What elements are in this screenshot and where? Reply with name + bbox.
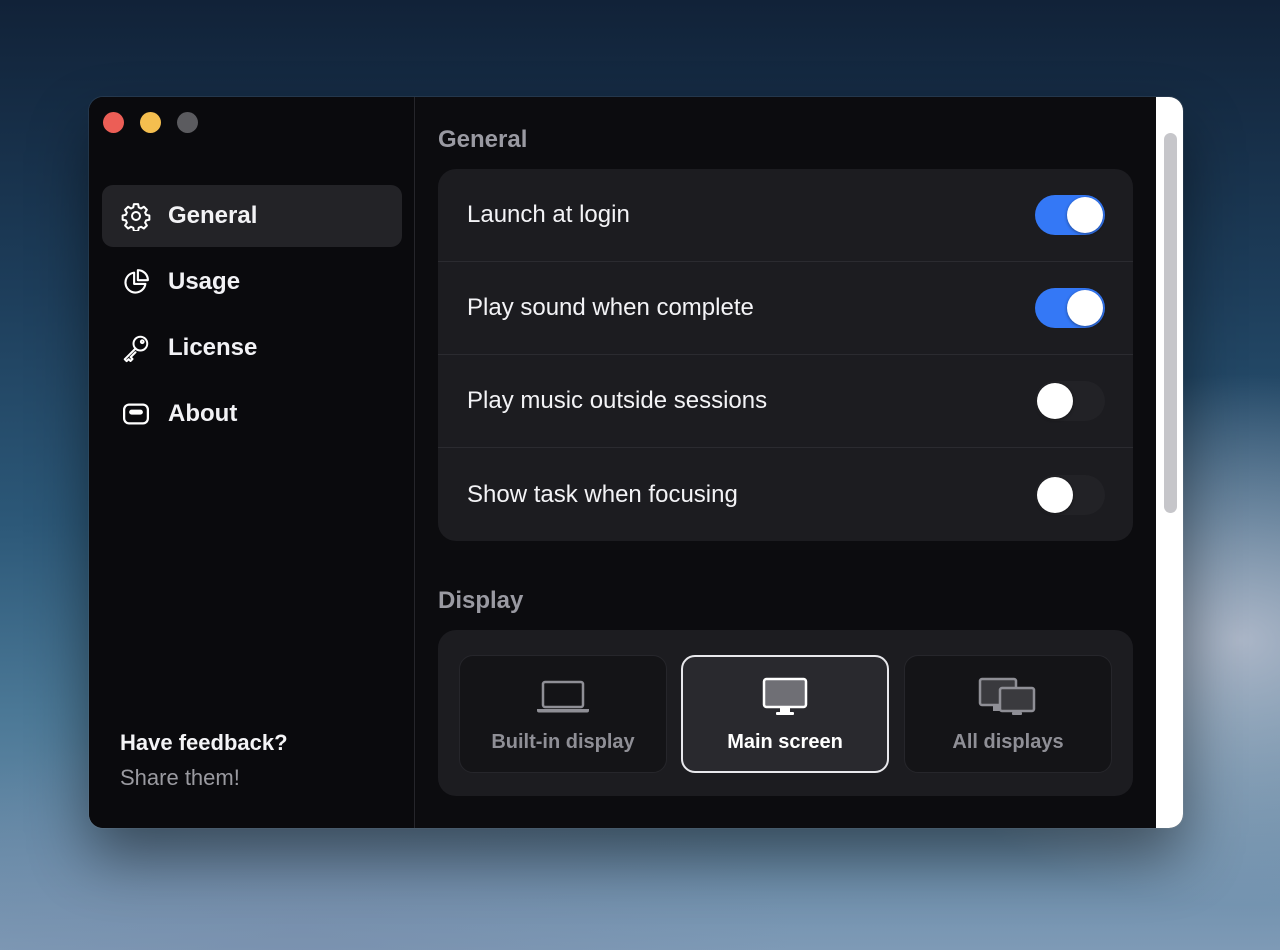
show-task-toggle[interactable]	[1035, 474, 1105, 515]
scrollbar-track[interactable]	[1156, 97, 1183, 828]
sidebar-item-label: About	[168, 400, 238, 427]
setting-label: Play music outside sessions	[467, 387, 768, 414]
sidebar: General Usage License About Have feedbac…	[89, 97, 415, 828]
settings-content: General Launch at login Play sound when …	[416, 97, 1156, 828]
feedback-title: Have feedback?	[120, 730, 288, 755]
setting-label: Show task when focusing	[467, 480, 738, 508]
display-option-all-displays[interactable]: All displays	[904, 655, 1112, 773]
toggle-knob	[1067, 290, 1103, 326]
sidebar-item-label: General	[168, 202, 258, 229]
pie-chart-icon	[121, 267, 151, 297]
gear-icon	[121, 201, 151, 231]
setting-label: Play sound when complete	[467, 294, 754, 321]
maximize-button[interactable]	[177, 112, 198, 133]
toggle-knob	[1067, 197, 1103, 233]
display-option-label: Main screen	[727, 730, 843, 753]
setting-row-play-sound: Play sound when complete	[438, 262, 1133, 355]
general-settings-card: Launch at login Play sound when complete…	[438, 169, 1133, 541]
settings-window: General Usage License About Have feedbac…	[89, 97, 1183, 828]
feedback-section: Have feedback? Share them!	[120, 730, 288, 791]
setting-row-show-task: Show task when focusing	[438, 448, 1133, 541]
multi-display-icon	[978, 675, 1038, 719]
sidebar-item-usage[interactable]: Usage	[102, 251, 402, 313]
sidebar-nav: General Usage License About	[102, 185, 402, 449]
about-icon	[121, 399, 151, 429]
minimize-button[interactable]	[140, 112, 161, 133]
setting-row-play-music: Play music outside sessions	[438, 355, 1133, 448]
close-button[interactable]	[103, 112, 124, 133]
section-title-general: General	[438, 126, 528, 153]
feedback-link[interactable]: Share them!	[120, 765, 288, 791]
section-title-display: Display	[438, 587, 524, 614]
sidebar-item-general[interactable]: General	[102, 185, 402, 247]
sidebar-item-label: License	[168, 334, 258, 361]
setting-label: Launch at login	[467, 201, 630, 228]
display-option-label: Built-in display	[491, 730, 635, 753]
sidebar-item-label: Usage	[168, 268, 241, 295]
launch-at-login-toggle[interactable]	[1035, 195, 1105, 235]
play-music-toggle[interactable]	[1035, 381, 1105, 421]
display-option-label: All displays	[952, 730, 1064, 753]
key-icon	[121, 333, 151, 363]
play-sound-toggle[interactable]	[1035, 288, 1105, 328]
display-option-main-screen[interactable]: Main screen	[681, 655, 889, 773]
laptop-icon	[536, 675, 590, 719]
setting-row-launch-at-login: Launch at login	[438, 169, 1133, 262]
toggle-knob	[1037, 383, 1073, 419]
traffic-lights	[103, 112, 198, 133]
scrollbar-thumb[interactable]	[1164, 133, 1177, 513]
sidebar-item-license[interactable]: License	[102, 317, 402, 379]
monitor-icon	[762, 675, 808, 719]
display-option-built-in[interactable]: Built-in display	[459, 655, 667, 773]
display-options-card: Built-in display Main screen All display…	[438, 630, 1133, 796]
sidebar-item-about[interactable]: About	[102, 383, 402, 445]
toggle-knob	[1037, 476, 1073, 513]
